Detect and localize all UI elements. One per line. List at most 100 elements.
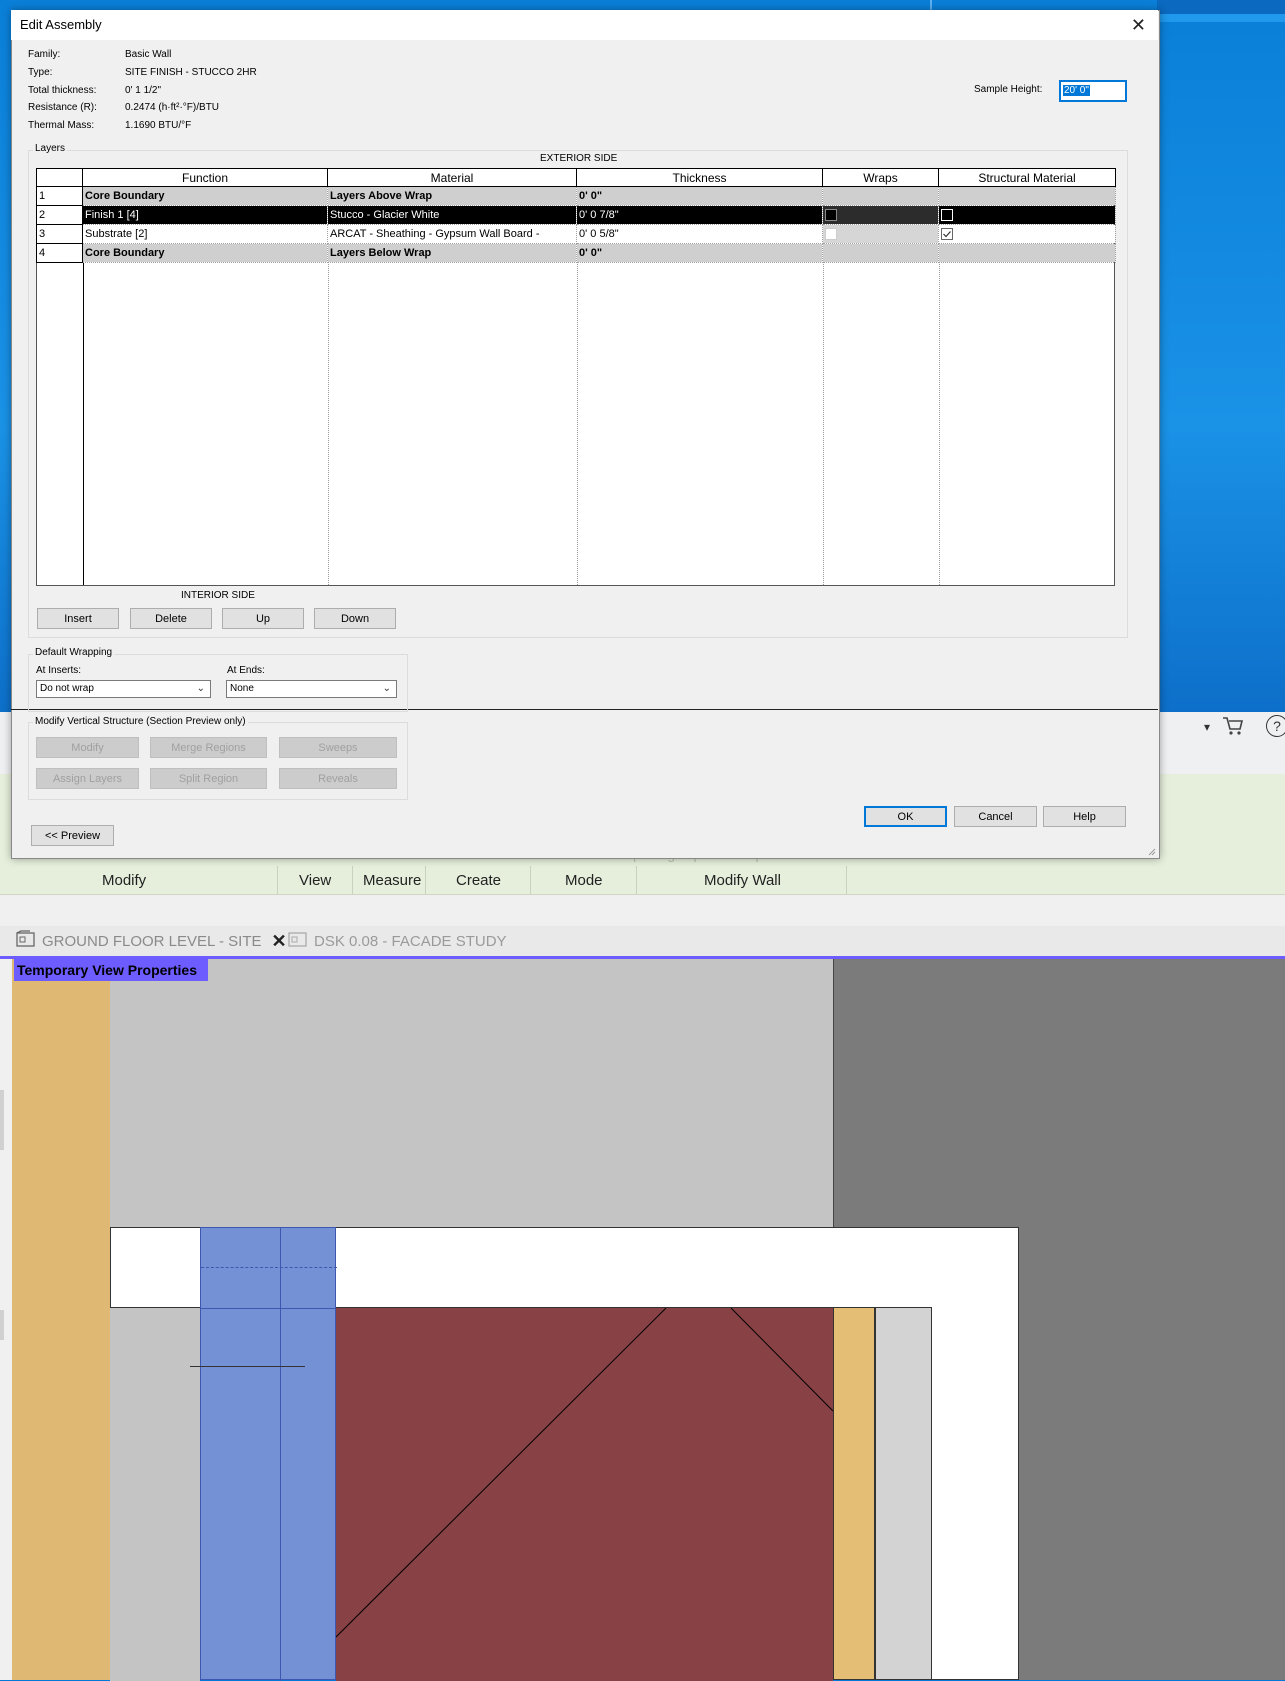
thickness-cell[interactable]: 0' 0" — [576, 186, 823, 206]
wood-strip-region — [833, 1307, 875, 1680]
check-icon — [943, 231, 951, 238]
ribbon-separator — [636, 866, 637, 894]
drawing-canvas[interactable] — [12, 959, 1285, 1681]
type-value: SITE FINISH - STUCCO 2HR — [125, 67, 257, 78]
dropdown-arrow-icon[interactable]: ▾ — [1204, 720, 1210, 734]
close-tab-icon[interactable]: ✕ — [272, 931, 287, 952]
help-button[interactable]: Help — [1043, 806, 1126, 827]
tab-ground-floor-label: GROUND FLOOR LEVEL - SITE — [42, 932, 262, 950]
ribbon-label-create: Create — [456, 872, 502, 889]
material-cell[interactable]: Layers Above Wrap — [327, 186, 577, 206]
ribbon-separator — [277, 866, 278, 894]
desktop-streak — [1157, 14, 1285, 22]
close-dialog-button[interactable]: ✕ — [1131, 10, 1146, 40]
assign-layers-button[interactable]: Assign Layers — [36, 768, 139, 789]
at-ends-label: At Ends: — [227, 665, 265, 676]
row-number[interactable]: 4 — [36, 243, 83, 263]
at-inserts-select[interactable]: Do not wrap ⌄ — [36, 680, 211, 698]
insert-button[interactable]: Insert — [37, 608, 119, 629]
type-label: Type: — [28, 67, 53, 78]
help-icon[interactable]: ? — [1266, 715, 1285, 737]
dialog-title: Edit Assembly — [20, 17, 102, 32]
function-cell[interactable]: Core Boundary — [82, 243, 328, 263]
blue-column-line — [201, 1308, 337, 1309]
modify-vertical-structure-label: Modify Vertical Structure (Section Previ… — [33, 716, 248, 727]
table-row-selected[interactable]: 2 Finish 1 [4] Stucco - Glacier White 0'… — [36, 205, 1116, 225]
function-cell[interactable]: Substrate [2] — [82, 224, 328, 244]
left-toolbar-edge — [0, 1090, 4, 1150]
blue-column-divider — [280, 1228, 281, 1681]
ribbon-separator — [352, 866, 353, 894]
cart-icon[interactable] — [1222, 716, 1244, 736]
tab-facade-study[interactable]: DSK 0.08 - FACADE STUDY — [288, 928, 507, 954]
material-cell[interactable]: ARCAT - Sheathing - Gypsum Wall Board - — [327, 224, 577, 244]
table-row[interactable]: 3 Substrate [2] ARCAT - Sheathing - Gyps… — [36, 224, 1116, 244]
row-number[interactable]: 1 — [36, 186, 83, 206]
header-structural-material[interactable]: Structural Material — [938, 168, 1116, 187]
tab-ground-floor[interactable]: GROUND FLOOR LEVEL - SITE ✕ — [16, 928, 287, 954]
function-cell[interactable]: Finish 1 [4] — [82, 205, 328, 225]
material-cell[interactable]: Layers Below Wrap — [327, 243, 577, 263]
modify-button[interactable]: Modify — [36, 737, 139, 758]
ribbon-label-mode: Mode — [565, 872, 603, 889]
header-wraps[interactable]: Wraps — [822, 168, 939, 187]
gray-column-region — [110, 1307, 200, 1681]
structural-cell[interactable] — [938, 205, 1116, 225]
table-row[interactable]: 4 Core Boundary Layers Below Wrap 0' 0" — [36, 243, 1116, 263]
at-ends-select[interactable]: None ⌄ — [226, 680, 397, 698]
layers-header-row: Function Material Thickness Wraps Struct… — [36, 168, 1116, 187]
merge-regions-button[interactable]: Merge Regions — [150, 737, 267, 758]
light-gray-strip-region — [875, 1307, 932, 1680]
resistance-label: Resistance (R): — [28, 102, 97, 113]
thickness-cell[interactable]: 0' 0 7/8" — [576, 205, 823, 225]
up-button[interactable]: Up — [222, 608, 304, 629]
preview-button[interactable]: << Preview — [31, 825, 114, 846]
table-row[interactable]: 1 Core Boundary Layers Above Wrap 0' 0" — [36, 186, 1116, 206]
brick-red-region — [336, 1307, 833, 1681]
thickness-cell[interactable]: 0' 0 5/8" — [576, 224, 823, 244]
thermal-mass-label: Thermal Mass: — [28, 120, 95, 131]
structural-checkbox-checked[interactable] — [941, 228, 953, 241]
structural-cell — [938, 186, 1116, 206]
thermal-mass-value: 1.1690 BTU/°F — [125, 120, 192, 131]
sample-height-input[interactable]: 20' 0" — [1059, 80, 1127, 102]
structural-checkbox[interactable] — [941, 209, 953, 222]
sweeps-button[interactable]: Sweeps — [279, 737, 397, 758]
layers-group-label: Layers — [33, 143, 68, 154]
row-number[interactable]: 2 — [36, 205, 83, 225]
header-function[interactable]: Function — [82, 168, 328, 187]
cancel-button[interactable]: Cancel — [954, 806, 1037, 827]
wraps-checkbox[interactable] — [825, 228, 837, 241]
section-line — [190, 1366, 305, 1367]
dialog-titlebar: Edit Assembly ✕ — [11, 10, 1158, 40]
thickness-cell[interactable]: 0' 0" — [576, 243, 823, 263]
diagonal-lines — [336, 1308, 833, 1638]
header-num — [36, 168, 83, 187]
wraps-checkbox[interactable] — [825, 209, 837, 222]
thickness-label: Total thickness: — [28, 85, 97, 96]
wraps-cell[interactable] — [822, 205, 939, 225]
wraps-cell — [822, 243, 939, 263]
function-cell[interactable]: Core Boundary — [82, 186, 328, 206]
exterior-side-label: EXTERIOR SIDE — [540, 153, 618, 164]
header-thickness[interactable]: Thickness — [576, 168, 823, 187]
down-button[interactable]: Down — [314, 608, 396, 629]
material-cell[interactable]: Stucco - Glacier White — [327, 205, 577, 225]
floor-plan-icon — [288, 930, 308, 952]
structural-cell[interactable] — [938, 224, 1116, 244]
header-material[interactable]: Material — [327, 168, 577, 187]
split-region-button[interactable]: Split Region — [150, 768, 267, 789]
ribbon-separator — [846, 866, 847, 894]
reveals-button[interactable]: Reveals — [279, 768, 397, 789]
wraps-cell — [822, 186, 939, 206]
wraps-cell[interactable] — [822, 224, 939, 244]
ok-button[interactable]: OK — [864, 806, 947, 827]
ribbon-separator — [425, 866, 426, 894]
row-number[interactable]: 3 — [36, 224, 83, 244]
resize-grip-icon[interactable] — [1146, 846, 1156, 856]
wood-wall-region — [12, 959, 111, 1680]
delete-button[interactable]: Delete — [130, 608, 212, 629]
left-toolbar-edge — [0, 1310, 4, 1340]
floor-plan-icon — [16, 930, 36, 952]
chevron-down-icon: ⌄ — [382, 683, 391, 694]
